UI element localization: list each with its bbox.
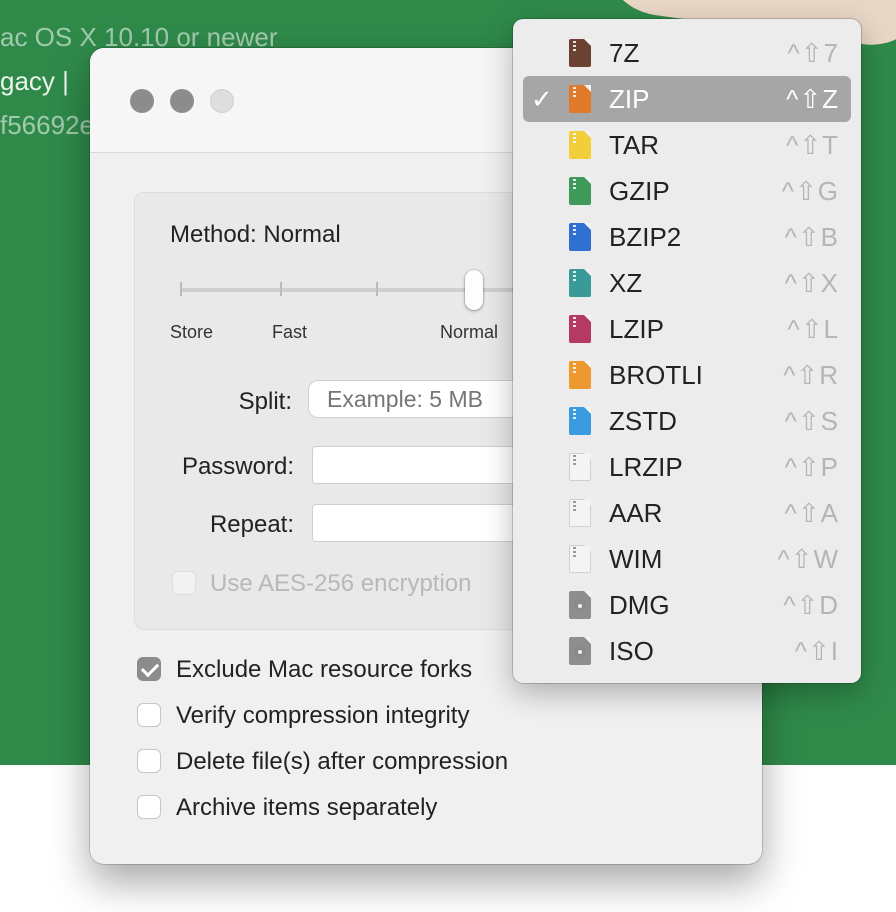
zip-file-icon: [569, 407, 591, 435]
delete-after-compression-label: Delete file(s) after compression: [176, 748, 509, 775]
slider-tick: [280, 282, 282, 296]
slider-tick: [180, 282, 182, 296]
format-menu-item-7z[interactable]: 7Z ^⇧7: [523, 30, 851, 76]
checkmark-icon: [140, 658, 160, 678]
format-menu-item-label: WIM: [609, 544, 663, 574]
zip-file-icon: [569, 177, 591, 205]
keyboard-shortcut: ^⇧D: [783, 590, 839, 620]
zip-file-icon: [569, 131, 591, 159]
keyboard-shortcut: ^⇧S: [784, 406, 839, 436]
zip-file-icon: [569, 499, 591, 527]
zip-file-icon: [569, 223, 591, 251]
slider-label-store: Store: [170, 322, 214, 342]
format-menu-item-label: GZIP: [609, 176, 670, 206]
keyboard-shortcut: ^⇧7: [787, 38, 839, 68]
format-menu-item-label: XZ: [609, 268, 643, 298]
format-menu-item-label: AAR: [609, 498, 663, 528]
keyboard-shortcut: ^⇧A: [784, 498, 839, 528]
slider-tick: [376, 282, 378, 296]
format-menu-item-bzip2[interactable]: BZIP2 ^⇧B: [523, 214, 851, 260]
format-menu-item-xz[interactable]: XZ ^⇧X: [523, 260, 851, 306]
password-label: Password:: [181, 453, 294, 480]
keyboard-shortcut: ^⇧I: [794, 636, 839, 666]
format-menu-item-lrzip[interactable]: LRZIP ^⇧P: [523, 444, 851, 490]
keyboard-shortcut: ^⇧T: [786, 130, 839, 160]
format-menu-item-label: ZIP: [609, 84, 650, 114]
zoom-window-button[interactable]: [210, 89, 234, 113]
zip-file-icon: [569, 39, 591, 67]
format-menu-item-gzip[interactable]: GZIP ^⇧G: [523, 168, 851, 214]
minimize-window-button[interactable]: [170, 89, 194, 113]
zip-file-icon: [569, 315, 591, 343]
split-label: Split:: [238, 388, 292, 415]
disk-image-icon: [569, 637, 591, 665]
keyboard-shortcut: ^⇧X: [784, 268, 839, 298]
format-menu-item-label: DMG: [609, 590, 670, 620]
background-text-line-2: gacy |: [0, 66, 69, 96]
checkmark-icon: ✓: [531, 84, 553, 114]
format-menu-item-label: LRZIP: [609, 452, 683, 482]
format-menu-item-zstd[interactable]: ZSTD ^⇧S: [523, 398, 851, 444]
format-menu-item-tar[interactable]: TAR ^⇧T: [523, 122, 851, 168]
keyboard-shortcut: ^⇧L: [787, 314, 839, 344]
verify-integrity-checkbox[interactable]: [137, 703, 161, 727]
slider-label-normal: Normal: [440, 322, 499, 342]
keyboard-shortcut: ^⇧W: [777, 544, 839, 574]
format-menu-item-label: ISO: [609, 636, 654, 666]
format-menu-item-label: BROTLI: [609, 360, 703, 390]
zip-file-icon: [569, 85, 591, 113]
slider-label-fast: Fast: [272, 322, 308, 342]
delete-after-compression-checkbox[interactable]: [137, 749, 161, 773]
format-menu-item-dmg[interactable]: DMG ^⇧D: [523, 582, 851, 628]
repeat-password-label: Repeat:: [209, 511, 294, 538]
format-menu-item-label: LZIP: [609, 314, 664, 344]
exclude-resource-forks-label: Exclude Mac resource forks: [176, 656, 473, 683]
format-menu-item-iso[interactable]: ISO ^⇧I: [523, 628, 851, 674]
keyboard-shortcut: ^⇧R: [783, 360, 839, 390]
method-label: Method: Normal: [170, 221, 341, 248]
keyboard-shortcut: ^⇧P: [784, 452, 839, 482]
zip-file-icon: [569, 545, 591, 573]
format-menu-item-zip[interactable]: ✓ ZIP ^⇧Z: [523, 76, 851, 122]
aes-encryption-label: Use AES-256 encryption: [210, 570, 472, 597]
zip-file-icon: [569, 269, 591, 297]
keyboard-shortcut: ^⇧Z: [786, 84, 839, 114]
disk-image-icon: [569, 591, 591, 619]
background-text-line-3: f56692e: [0, 110, 94, 140]
keyboard-shortcut: ^⇧G: [781, 176, 839, 206]
format-menu-item-aar[interactable]: AAR ^⇧A: [523, 490, 851, 536]
keyboard-shortcut: ^⇧B: [784, 222, 839, 252]
format-menu-item-label: TAR: [609, 130, 660, 160]
archive-separately-checkbox[interactable]: [137, 795, 161, 819]
format-menu-item-label: 7Z: [609, 38, 640, 68]
format-menu-item-brotli[interactable]: BROTLI ^⇧R: [523, 352, 851, 398]
zip-file-icon: [569, 361, 591, 389]
zip-file-icon: [569, 453, 591, 481]
format-menu-item-wim[interactable]: WIM ^⇧W: [523, 536, 851, 582]
aes-encryption-checkbox[interactable]: [172, 571, 196, 595]
format-menu-item-label: ZSTD: [609, 406, 677, 436]
format-dropdown-menu: 7Z ^⇧7 ✓ ZIP ^⇧Z TAR ^⇧T GZIP ^⇧G BZIP2 ^⇧B XZ ^⇧X LZ…: [513, 19, 861, 683]
archive-separately-label: Archive items separately: [176, 794, 438, 821]
exclude-resource-forks-checkbox[interactable]: [137, 657, 161, 681]
verify-integrity-label: Verify compression integrity: [176, 702, 470, 729]
slider-knob[interactable]: [465, 270, 483, 310]
format-menu-item-label: BZIP2: [609, 222, 682, 252]
format-menu-item-lzip[interactable]: LZIP ^⇧L: [523, 306, 851, 352]
close-window-button[interactable]: [130, 89, 154, 113]
